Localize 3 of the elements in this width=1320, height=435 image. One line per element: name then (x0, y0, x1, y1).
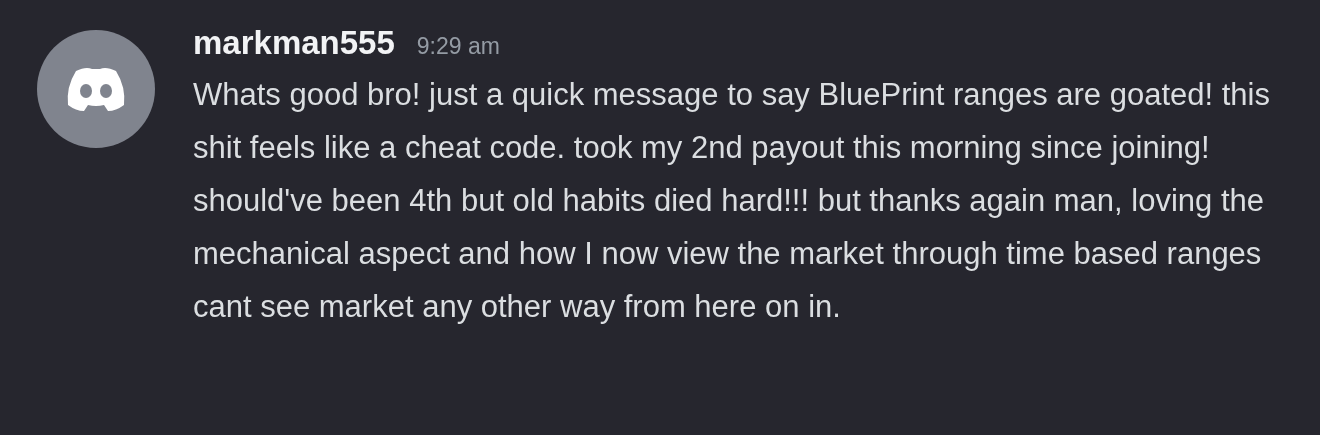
message-text: Whats good bro! just a quick message to say BluePrint ranges are goated! this shit feels like a cheat code. took my 2nd payout this morning since joining! should've been 4th but old habits died hard!!! but thanks again man, loving the mechanical aspect and how I now view the market through time based ranges cant see market any other way from here on in. (193, 75, 1271, 326)
timestamp: 9:29 am (416, 32, 500, 61)
username[interactable]: markman555 (193, 18, 395, 68)
